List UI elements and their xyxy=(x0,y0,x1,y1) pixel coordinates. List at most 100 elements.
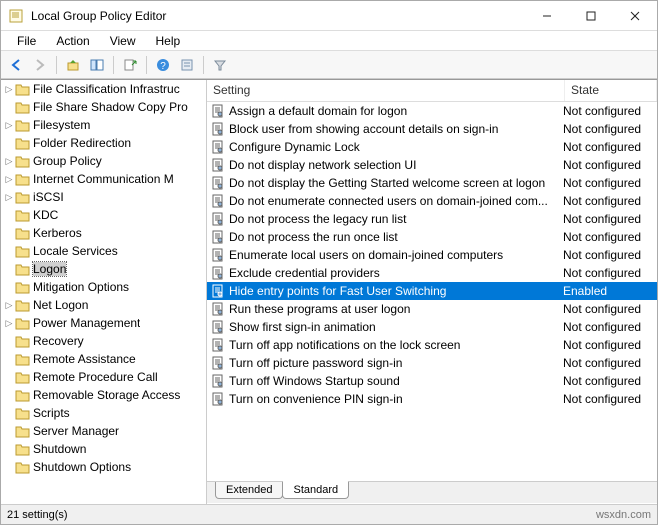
tree-item-label: Remote Procedure Call xyxy=(33,370,158,384)
close-button[interactable] xyxy=(613,1,657,30)
setting-name: Do not process the run once list xyxy=(227,230,563,244)
column-state[interactable]: State xyxy=(565,80,657,101)
window-title: Local Group Policy Editor xyxy=(31,9,525,23)
export-list-button[interactable] xyxy=(119,54,141,76)
tree-item[interactable]: KDC xyxy=(1,206,206,224)
tree-item[interactable]: Mitigation Options xyxy=(1,278,206,296)
setting-name: Do not process the legacy run list xyxy=(227,212,563,226)
back-button[interactable] xyxy=(5,54,27,76)
tree-item-label: Shutdown Options xyxy=(33,460,131,474)
up-level-button[interactable] xyxy=(62,54,84,76)
folder-icon xyxy=(15,425,30,438)
folder-icon xyxy=(15,137,30,150)
list-row[interactable]: Exclude credential providersNot configur… xyxy=(207,264,657,282)
list-row[interactable]: Turn off app notifications on the lock s… xyxy=(207,336,657,354)
policy-icon xyxy=(209,104,227,118)
tree-item[interactable]: ▷ Power Management xyxy=(1,314,206,332)
tree-item[interactable]: Folder Redirection xyxy=(1,134,206,152)
tree-item-label: Scripts xyxy=(33,406,70,420)
list-body[interactable]: Assign a default domain for logonNot con… xyxy=(207,102,657,482)
tree-item[interactable]: ▷Group Policy xyxy=(1,152,206,170)
list-row[interactable]: Configure Dynamic LockNot configured xyxy=(207,138,657,156)
tree-item[interactable]: ▷ Internet Communication M xyxy=(1,170,206,188)
list-row[interactable]: Do not process the legacy run listNot co… xyxy=(207,210,657,228)
svg-text:?: ? xyxy=(160,61,166,72)
column-setting[interactable]: Setting xyxy=(207,80,565,101)
tree-item-label: Mitigation Options xyxy=(33,280,129,294)
policy-settings-button[interactable] xyxy=(176,54,198,76)
list-row[interactable]: Assign a default domain for logonNot con… xyxy=(207,102,657,120)
tab-standard[interactable]: Standard xyxy=(282,481,349,499)
tree-item[interactable]: ▷Net Logon xyxy=(1,296,206,314)
policy-icon xyxy=(209,302,227,316)
tab-extended[interactable]: Extended xyxy=(215,482,283,499)
list-row[interactable]: Turn off Windows Startup soundNot config… xyxy=(207,372,657,390)
expander-icon[interactable]: ▷ xyxy=(3,300,15,311)
tree-item[interactable]: Shutdown xyxy=(1,440,206,458)
list-row[interactable]: Block user from showing account details … xyxy=(207,120,657,138)
tree-item[interactable]: Remote Procedure Call xyxy=(1,368,206,386)
folder-icon xyxy=(15,443,30,456)
list-row[interactable]: Do not process the run once listNot conf… xyxy=(207,228,657,246)
toolbar-separator xyxy=(113,56,114,74)
list-row[interactable]: Do not display network selection UINot c… xyxy=(207,156,657,174)
help-button[interactable]: ? xyxy=(152,54,174,76)
status-text: 21 setting(s) xyxy=(7,509,68,521)
tree-item[interactable]: Locale Services xyxy=(1,242,206,260)
tab-strip: Extended Standard xyxy=(207,481,657,503)
tree-item[interactable]: Server Manager xyxy=(1,422,206,440)
tree-item-label: Power Management xyxy=(33,316,140,330)
setting-name: Assign a default domain for logon xyxy=(227,104,563,118)
titlebar: Local Group Policy Editor xyxy=(1,1,657,31)
list-pane: Setting State Assign a default domain fo… xyxy=(207,80,657,504)
tree-item[interactable]: Recovery xyxy=(1,332,206,350)
minimize-button[interactable] xyxy=(525,1,569,30)
main-content: ▷File Classification InfrastrucFile Shar… xyxy=(1,79,657,504)
tree-item[interactable]: ▷File Classification Infrastruc xyxy=(1,80,206,98)
list-row[interactable]: Turn on convenience PIN sign-inNot confi… xyxy=(207,390,657,408)
list-row[interactable]: Do not enumerate connected users on doma… xyxy=(207,192,657,210)
setting-name: Configure Dynamic Lock xyxy=(227,140,563,154)
setting-name: Do not display the Getting Started welco… xyxy=(227,176,563,190)
maximize-button[interactable] xyxy=(569,1,613,30)
menu-view[interactable]: View xyxy=(100,33,146,49)
policy-icon xyxy=(209,356,227,370)
expander-icon[interactable]: ▷ xyxy=(3,192,15,203)
list-row[interactable]: Hide entry points for Fast User Switchin… xyxy=(207,282,657,300)
tree-pane[interactable]: ▷File Classification InfrastrucFile Shar… xyxy=(1,80,207,504)
tree-item[interactable]: Kerberos xyxy=(1,224,206,242)
menu-file[interactable]: File xyxy=(7,33,46,49)
setting-name: Block user from showing account details … xyxy=(227,122,563,136)
filter-button[interactable] xyxy=(209,54,231,76)
tree-item[interactable]: Remote Assistance xyxy=(1,350,206,368)
expander-icon[interactable]: ▷ xyxy=(3,156,15,167)
list-row[interactable]: Turn off picture password sign-inNot con… xyxy=(207,354,657,372)
app-icon xyxy=(9,8,25,24)
tree-item[interactable]: Shutdown Options xyxy=(1,458,206,476)
tree-item[interactable]: Logon xyxy=(1,260,206,278)
expander-icon[interactable]: ▷ xyxy=(3,120,15,131)
show-hide-tree-button[interactable] xyxy=(86,54,108,76)
list-row[interactable]: Enumerate local users on domain-joined c… xyxy=(207,246,657,264)
folder-icon xyxy=(15,101,30,114)
setting-state: Not configured xyxy=(563,356,655,370)
expander-icon[interactable]: ▷ xyxy=(3,174,15,185)
tree-item[interactable]: Scripts xyxy=(1,404,206,422)
policy-icon xyxy=(209,158,227,172)
setting-state: Not configured xyxy=(563,104,655,118)
expander-icon[interactable]: ▷ xyxy=(3,84,15,95)
list-row[interactable]: Run these programs at user logonNot conf… xyxy=(207,300,657,318)
folder-icon xyxy=(15,263,30,276)
tree-item-label: Internet Communication M xyxy=(33,172,174,186)
tree-item[interactable]: File Share Shadow Copy Pro xyxy=(1,98,206,116)
menu-action[interactable]: Action xyxy=(46,33,99,49)
forward-button[interactable] xyxy=(29,54,51,76)
tree-item[interactable]: ▷Filesystem xyxy=(1,116,206,134)
list-row[interactable]: Show first sign-in animationNot configur… xyxy=(207,318,657,336)
tree-item[interactable]: ▷iSCSI xyxy=(1,188,206,206)
list-row[interactable]: Do not display the Getting Started welco… xyxy=(207,174,657,192)
tree-item[interactable]: Removable Storage Access xyxy=(1,386,206,404)
setting-state: Not configured xyxy=(563,140,655,154)
menu-help[interactable]: Help xyxy=(146,33,191,49)
expander-icon[interactable]: ▷ xyxy=(3,318,15,329)
